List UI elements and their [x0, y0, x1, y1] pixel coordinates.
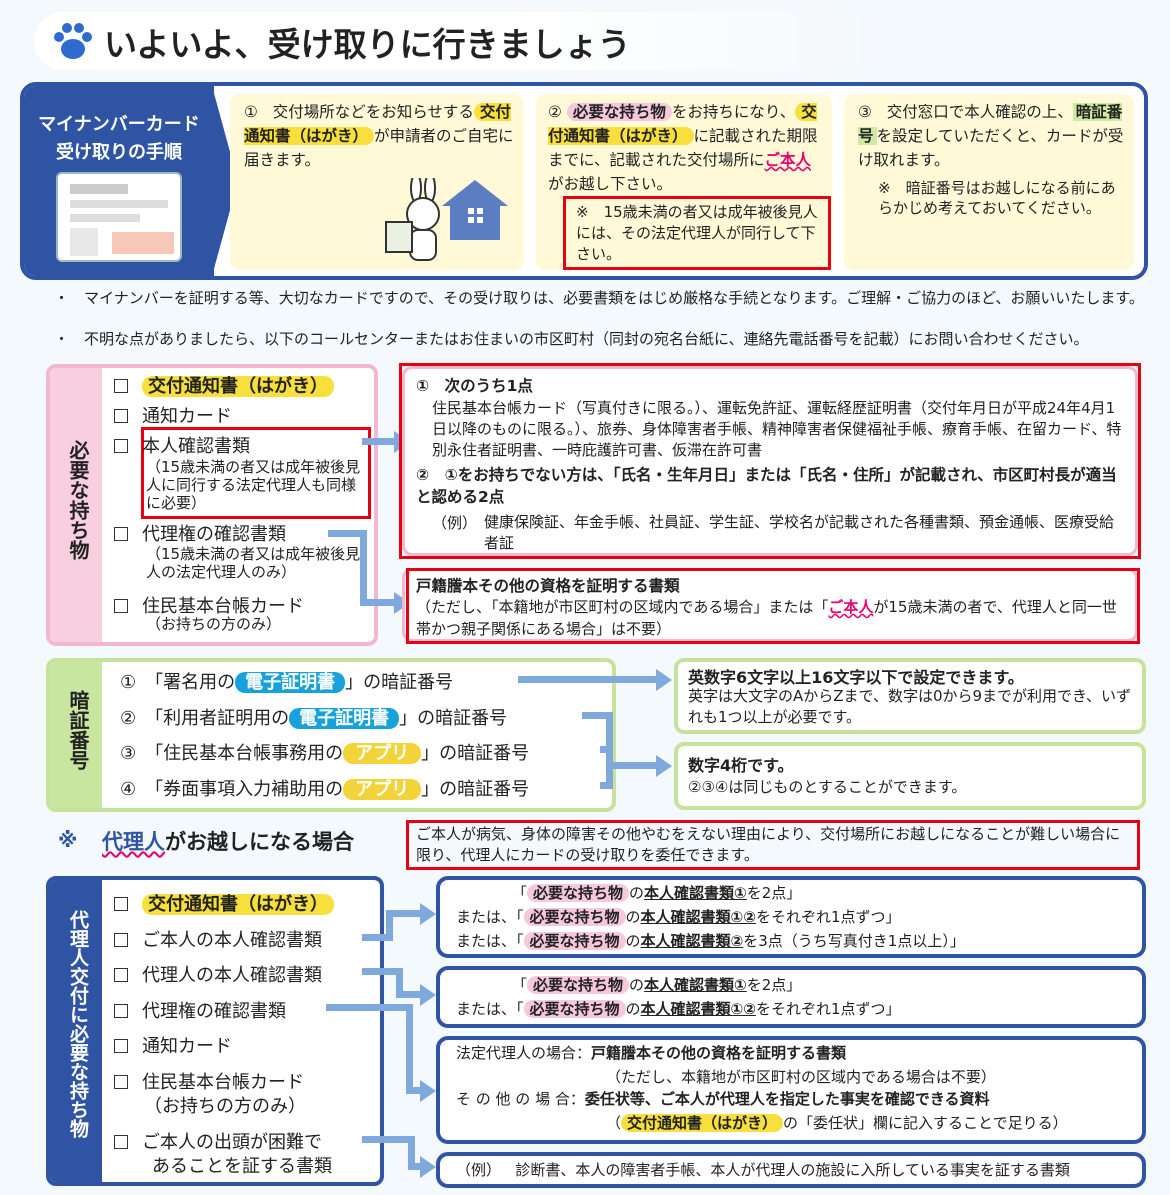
proxy-item-7: ご本人の出頭が困難で — [114, 1128, 322, 1154]
proxy-mark: ※ — [58, 828, 78, 852]
arrow-line — [386, 910, 422, 917]
proxy-box-c-line1: 法定代理人の場合：戸籍謄本その他の資格を証明する書類 — [456, 1044, 847, 1062]
checkbox-icon — [114, 1004, 128, 1018]
proxy-box-c-line4: （交付通知書（はがき） の「委任状」欄に記入することで足りる） — [606, 1114, 1068, 1132]
checkbox-icon — [114, 439, 128, 453]
proxy-item-6: 住民基本台帳カード — [114, 1068, 304, 1094]
arrow-line — [360, 599, 396, 606]
paw-icon — [50, 18, 96, 64]
req-item-id-docs-sub: （15歳未満の者又は成年被後見人に同行する法定代理人も同様に必要） — [146, 458, 361, 512]
step2-note: ※ 15歳未満の者又は成年被後見人には、その法定代理人が同行して下さい。 — [576, 203, 818, 263]
arrow-line — [518, 676, 658, 683]
arrow-line — [326, 1004, 412, 1011]
arrow-line — [396, 991, 422, 998]
req-item-notice-card: 交付通知書（はがき） — [114, 372, 334, 398]
id-docs-t1: 住民基本台帳カード（写真付きに限る。）、運転免許証、運転経歴証明書（交付年月日が… — [432, 399, 1122, 459]
pin-box-2-heading: 数字4桁です。 — [688, 756, 794, 775]
checkbox-icon — [114, 527, 128, 541]
req-item-proxy-docs-sub: （15歳未満の者又は成年被後見人の法定代理人のみ） — [146, 545, 361, 581]
step3-text: ③ 交付窓口で本人確認の上、 暗証番号 を設定していただくと、カードが受け取れます。 — [858, 103, 1124, 169]
checkbox-icon — [114, 897, 128, 911]
checkbox-icon — [114, 1039, 128, 1053]
pin-row-1: ① 「署名用の 電子証明書 」の暗証番号 — [120, 672, 454, 693]
arrow-head — [420, 984, 436, 1006]
rabbit-face-icon — [70, 228, 98, 256]
req-item-juki-card-sub: （お持ちの方のみ） — [146, 615, 282, 633]
arrow-head — [420, 1156, 436, 1178]
proxy-item-7-sub: あることを証する書類 — [152, 1156, 332, 1177]
req-item-id-docs: 本人確認書類 — [114, 432, 250, 458]
arrow-line — [362, 438, 396, 445]
proxy-box-d-text: （例） 診断書、本人の障害者手帳、本人が代理人の施設に入所している事実を証する書… — [456, 1161, 1070, 1179]
id-docs-h1: ① 次のうち1点 — [416, 377, 533, 395]
checkbox-icon — [114, 379, 128, 393]
pin-box-1-heading: 英数字6文字以上16文字以下で設定できます。 — [688, 668, 1024, 687]
proxy-item-6-sub: （お持ちの方のみ） — [144, 1096, 306, 1117]
proxy-item-5: 通知カード — [114, 1032, 232, 1058]
pin-box-1-text: 英字は大文字のAからZまで、数字は0から9までが利用でき、いずれも1つ以上が必要… — [688, 687, 1131, 726]
proxy-box-c-line3: そ の 他 の 場 合：委任状等、ご本人が代理人を指定した事実を確認できる資料 — [456, 1090, 990, 1108]
page-title: いよいよ、受け取りに行きましょう — [104, 25, 631, 64]
arrow-line — [606, 762, 658, 769]
house-icon — [440, 178, 510, 242]
id-docs-h2: ② ①をお持ちでない方は、「氏名・生年月日」または「氏名・住所」が記載され、市区… — [416, 466, 1117, 506]
pin-row-4: ④ 「券面事項入力補助用の アプリ 」の暗証番号 — [120, 779, 530, 800]
arrow-line — [362, 1136, 414, 1143]
proxy-box-a-line1: 「必要な持ち物 の本人確認書類①を2点」 — [512, 884, 802, 902]
koseki-heading: 戸籍謄本その他の資格を証明する書類 — [416, 577, 680, 595]
pin-row-2: ② 「利用者証明用の 電子証明書 」の暗証番号 — [120, 708, 508, 729]
pin-side-label: 暗証番号 — [66, 690, 90, 770]
koseki-text: （ただし、「本籍地が市区町村の区域内である場合」または「ご本人が15歳未満の者で… — [416, 598, 1117, 638]
id-docs-ex-label: （例） — [432, 514, 478, 532]
checkbox-icon — [114, 1075, 128, 1089]
proxy-title: 代理人がお越しになる場合 — [102, 830, 354, 854]
note-1: ・ マイナンバーを証明する等、大切なカードですので、その受け取りは、必要書類をは… — [54, 289, 1144, 307]
step2-text: ② 必要な持ち物 をお持ちになり、 交付通知書（はがき） に記載された期限までに、記載… — [548, 103, 818, 193]
proxy-item-4: 代理権の確認書類 — [114, 997, 286, 1023]
steps-label-line2: 受け取りの手順 — [56, 142, 182, 163]
note-2: ・ 不明な点がありましたら、以下のコールセンターまたはお住まいの市区町村（同封の… — [54, 330, 1089, 348]
req-item-proxy-docs: 代理権の確認書類 — [114, 520, 286, 546]
proxy-box-c-line2: （ただし、本籍地が市区町村の区域内である場合は不要） — [606, 1068, 996, 1086]
proxy-box-a-line2: または、「 必要な持ち物 の本人確認書類①②をそれぞれ1点ずつ」 — [456, 908, 901, 926]
proxy-desc: ご本人が病気、身体の障害その他やむをえない理由により、交付場所にお越しになること… — [416, 825, 1121, 864]
checkbox-icon — [114, 933, 128, 947]
arrow-head — [420, 903, 436, 925]
required-side-label: 必要な持ち物 — [66, 440, 90, 560]
card-illustration — [56, 172, 182, 262]
steps-label-line1: マイナンバーカード — [38, 114, 200, 135]
step1-text: ① 交付場所などをお知らせする 交付通知書（はがき） が申請者のご自宅に届きます。 — [244, 103, 514, 169]
checkbox-icon — [114, 409, 128, 423]
proxy-item-3: 代理人の本人確認書類 — [114, 961, 322, 987]
arrow-line — [606, 712, 613, 789]
arrow-line — [360, 530, 367, 606]
proxy-item-1: 交付通知書（はがき） — [114, 890, 334, 916]
id-docs-ex: 健康保険証、年金手帳、社員証、学生証、学校名が記載された各種書類、預金通帳、医療… — [484, 513, 1115, 552]
arrow-line — [406, 1004, 413, 1094]
checkbox-icon — [114, 1135, 128, 1149]
req-item-tsuchi-card: 通知カード — [114, 402, 232, 428]
checkbox-icon — [114, 599, 128, 613]
arrow-head — [656, 669, 672, 691]
arrow-head — [420, 1080, 436, 1102]
proxy-box-b-line1: 「必要な持ち物 の本人確認書類①を2点」 — [512, 976, 802, 994]
pin-row-3: ③ 「住民基本台帳事務用の アプリ 」の暗証番号 — [120, 743, 530, 764]
proxy-side-label: 代理人交付に必要な持ち物 — [67, 910, 89, 1138]
proxy-box-b-line2: または、「 必要な持ち物 の本人確認書類①②をそれぞれ1点ずつ」 — [456, 1000, 901, 1018]
step3-note: ※ 暗証番号はお越しになる前にあらかじめ考えておいてください。 — [878, 179, 1116, 217]
checkbox-icon — [114, 968, 128, 982]
pin-box-2-text: ②③④は同じものとすることができます。 — [688, 778, 967, 796]
proxy-item-2: ご本人の本人確認書類 — [114, 926, 322, 952]
arrow-head — [656, 755, 672, 777]
proxy-box-a-line3: または、「 必要な持ち物 の本人確認書類②を3点（うち写真付き1点以上）」 — [456, 932, 965, 950]
